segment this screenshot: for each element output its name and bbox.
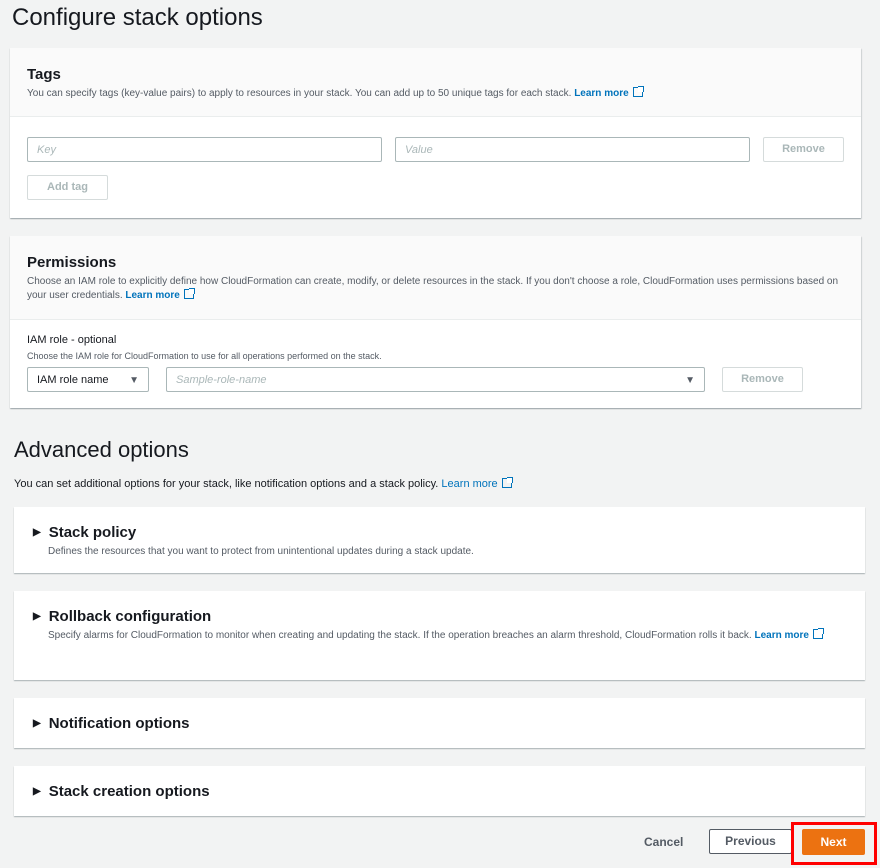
tags-description: You can specify tags (key-value pairs) t…: [27, 88, 572, 99]
stack-creation-options-section[interactable]: ▶ Stack creation options: [14, 766, 865, 816]
tag-key-input[interactable]: Key: [27, 137, 382, 162]
external-link-icon: [632, 86, 644, 97]
tag-remove-button[interactable]: Remove: [763, 137, 844, 162]
iam-role-type-select[interactable]: IAM role name ▼: [27, 367, 149, 392]
advanced-learn-more-link[interactable]: Learn more: [441, 477, 513, 490]
permissions-title: Permissions: [27, 254, 117, 271]
notification-options-section[interactable]: ▶ Notification options: [14, 698, 865, 748]
cancel-button[interactable]: Cancel: [644, 835, 683, 849]
next-button[interactable]: Next: [802, 829, 865, 855]
iam-role-description: Choose the IAM role for CloudFormation t…: [27, 351, 382, 361]
caret-right-icon: ▶: [33, 527, 41, 538]
rollback-learn-more-link[interactable]: Learn more: [754, 628, 824, 641]
tags-learn-more-link[interactable]: Learn more: [574, 86, 644, 99]
external-link-icon: [501, 477, 513, 488]
caret-right-icon: ▶: [33, 718, 41, 729]
caret-right-icon: ▶: [33, 786, 41, 797]
iam-role-label: IAM role - optional: [27, 334, 117, 346]
external-link-icon: [812, 628, 824, 639]
rollback-configuration-section[interactable]: ▶ Rollback configuration Specify alarms f…: [14, 591, 865, 680]
stack-policy-section[interactable]: ▶ Stack policy Defines the resources that…: [14, 507, 865, 573]
iam-remove-button[interactable]: Remove: [722, 367, 803, 392]
caret-down-icon: ▼: [129, 375, 139, 386]
iam-role-select[interactable]: Sample-role-name ▼: [166, 367, 705, 392]
permissions-panel: Permissions Choose an IAM role to explic…: [10, 236, 861, 408]
permissions-learn-more-link[interactable]: Learn more: [125, 288, 195, 301]
external-link-icon: [183, 288, 195, 299]
tag-value-input[interactable]: Value: [395, 137, 750, 162]
tags-panel: Tags You can specify tags (key-value pai…: [10, 48, 861, 218]
advanced-options-title: Advanced options: [14, 437, 189, 462]
advanced-options-description: You can set additional options for your …: [14, 478, 439, 490]
page-title: Configure stack options: [12, 4, 263, 31]
tags-title: Tags: [27, 66, 61, 83]
caret-right-icon: ▶: [33, 611, 41, 622]
previous-button[interactable]: Previous: [709, 829, 792, 854]
add-tag-button[interactable]: Add tag: [27, 175, 108, 200]
caret-down-icon: ▼: [685, 375, 695, 386]
